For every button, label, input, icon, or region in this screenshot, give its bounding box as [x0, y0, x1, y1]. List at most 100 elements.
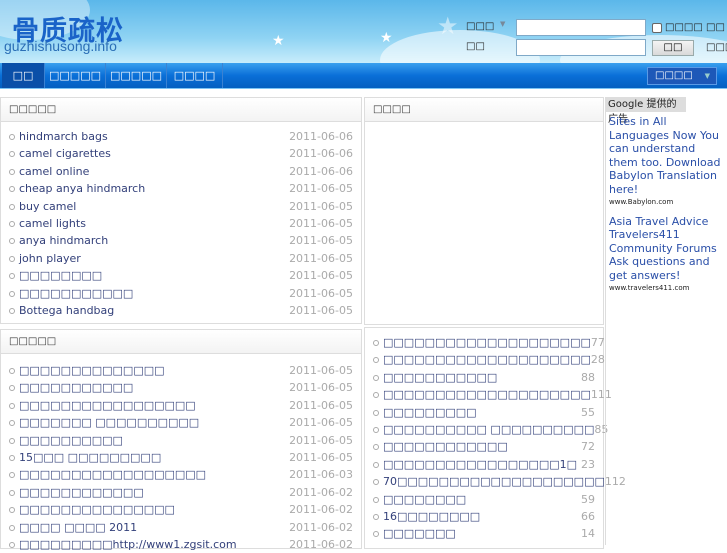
item-date: 2011-06-05 [289, 199, 353, 213]
article-list: □□□□□□□□□□□□□□ 2011-06-05 □□□□□□□□□□□ 2011-… [1, 354, 361, 553]
item-link[interactable]: 15□□□ □□□□□□□□□ [9, 449, 161, 466]
item-date: 2011-06-02 [289, 485, 353, 499]
item-link[interactable]: □□□□□□□□ [9, 267, 102, 284]
nav-item[interactable]: □□□□□ [45, 63, 106, 88]
ad-item[interactable]: Asia Travel Advice Travelers411 Communit… [606, 207, 727, 293]
item-date: 2011-06-05 [289, 286, 353, 300]
chevron-down-icon[interactable]: ▼ [500, 20, 505, 28]
list-item: buy camel 2011-06-05 [9, 198, 353, 215]
item-link[interactable]: camel lights [9, 215, 86, 232]
item-count: 28 [590, 353, 605, 367]
item-link[interactable]: □□□□□□□□□□□□□□□□□□□□ [373, 386, 591, 403]
item-link[interactable]: camel cigarettes [9, 145, 111, 162]
nav-item-home[interactable]: □□ [2, 63, 45, 88]
item-link[interactable]: □□□□□□□□□http://www1.zgsit.com [9, 536, 237, 553]
header-link[interactable]: □□□□ [706, 42, 727, 53]
header-link[interactable]: □□ [706, 22, 725, 33]
list-item: □□□□□□□ 14 [373, 525, 595, 542]
article-list: hindmarch bags 2011-06-06 camel cigarettes… [1, 122, 361, 319]
list-item: john player 2011-06-05 [9, 250, 353, 267]
list-item: anya hindmarch 2011-06-05 [9, 232, 353, 249]
item-link[interactable]: □□□□□□□□□□□□□□ [9, 362, 165, 379]
list-item: □□□□□□□□□□□□□□□□□1□ 23 [373, 456, 595, 473]
item-link[interactable]: □□□□□□□□□□□□□□□ [9, 501, 175, 518]
nav-item[interactable]: □□□□ [167, 63, 223, 88]
panel-title: □□□□□ [1, 330, 361, 354]
list-item: □□□□□□□□□□□□ 2011-06-02 [9, 484, 353, 501]
item-count: 66 [581, 509, 595, 523]
ad-url[interactable]: www.Babylon.com [609, 197, 724, 207]
item-date: 2011-06-05 [289, 364, 353, 377]
ad-text[interactable]: Asia Travel Advice Travelers411 Communit… [609, 215, 724, 283]
ad-item[interactable]: Sites in All Languages Now You can under… [606, 112, 727, 207]
item-link[interactable]: 70□□□□□□□□□□□□□□□□□□□□ [373, 473, 605, 490]
item-link[interactable]: 16□□□□□□□□ [373, 508, 480, 525]
list-item: □□□□□□□□ 59 [373, 491, 595, 508]
item-link[interactable]: □□□□□□□ □□□□□□□□□□ [9, 414, 199, 431]
item-link[interactable]: □□□□□□□□□□□ [9, 285, 133, 302]
item-date: 2011-06-05 [289, 303, 353, 317]
list-item: □□□□□□□□□□□□□□□□□ 2011-06-05 [9, 397, 353, 414]
item-link[interactable]: john player [9, 250, 81, 267]
latest-panel: □□□□□ hindmarch bags 2011-06-06 camel ciga… [0, 97, 362, 324]
item-link[interactable]: □□□□□□□□□□□□□□□□□ [9, 397, 196, 414]
item-link[interactable]: □□□□□□□ [373, 525, 456, 542]
item-link[interactable]: □□□□□□□□□□ [9, 432, 123, 449]
item-link[interactable]: Bottega handbag [9, 302, 114, 319]
item-link[interactable]: anya hindmarch [9, 232, 108, 249]
list-item: 16□□□□□□□□ 66 [373, 508, 595, 525]
list-item: □□□□□□□□□http://www1.zgsit.com 2011-06-02 [9, 536, 353, 553]
item-link[interactable]: □□□□□□□□□□□□□□□□□□□□ [373, 351, 591, 368]
item-date: 2011-06-05 [289, 182, 353, 196]
item-link[interactable]: □□□□□□□□□□□□□□□□□□□□ [373, 334, 591, 351]
item-link[interactable]: □□□□□□□□□□□□ [9, 484, 144, 501]
search-button[interactable]: □□ [652, 40, 694, 56]
item-link[interactable]: □□□□ □□□□ 2011 [9, 519, 137, 536]
item-count: 23 [581, 457, 595, 471]
star-decoration: ★ [272, 33, 285, 49]
ad-url[interactable]: www.travelers411.com [609, 283, 724, 293]
list-item: □□□□□□□□□□□□□□□□□□ 2011-06-03 [9, 466, 353, 483]
nav-item[interactable]: □□□□□ [106, 63, 167, 88]
panel-title: □□□□ [365, 98, 603, 122]
ads-label: Google 提供的广告 [606, 97, 686, 125]
item-link[interactable]: □□□□□□□□□□□□□□□□□□ [9, 466, 206, 483]
star-decoration: ★ [380, 30, 393, 46]
list-item: □□□□□□□□□□□□□□□ 2011-06-02 [9, 501, 353, 518]
item-date: 2011-06-05 [289, 251, 353, 265]
list-item: □□□□□□□□ 2011-06-05 [9, 267, 353, 284]
item-link[interactable]: □□□□□□□□□□□ [9, 379, 133, 396]
list-item: Bottega handbag 2011-06-05 [9, 302, 353, 319]
item-link[interactable]: □□□□□□□□□ [373, 404, 477, 421]
site-header: ★ ★ ★ 骨质疏松 guzhishusong.info □□□ ▼ □□ □□… [0, 0, 727, 63]
item-date: 2011-06-02 [289, 537, 353, 551]
search-input-top[interactable] [516, 19, 646, 36]
item-date: 2011-06-02 [289, 503, 353, 517]
item-link[interactable]: □□□□□□□□□□ □□□□□□□□□□ [373, 421, 594, 438]
item-link[interactable]: □□□□□□□□□□□□□□□□□1□ [373, 456, 577, 473]
item-date: 2011-06-05 [289, 234, 353, 248]
category-select[interactable]: □□□□ ▼ [647, 67, 717, 85]
item-link[interactable]: □□□□□□□□□□□ [373, 369, 497, 386]
list-item: camel online 2011-06-06 [9, 163, 353, 180]
item-link[interactable]: buy camel [9, 198, 76, 215]
keyword-input[interactable] [516, 39, 646, 56]
list-item: □□□□□□□□□ 55 [373, 404, 595, 421]
item-link[interactable]: □□□□□□□□□□□□ [373, 438, 508, 455]
search-type-label[interactable]: □□□ [466, 21, 494, 32]
option-checkbox[interactable] [652, 23, 662, 33]
site-domain: guzhishusong.info [4, 38, 117, 54]
item-link[interactable]: □□□□□□□□ [373, 491, 466, 508]
chevron-down-icon: ▼ [704, 72, 710, 80]
item-date: 2011-06-05 [289, 433, 353, 447]
item-link[interactable]: cheap anya hindmarch [9, 180, 145, 197]
item-link[interactable]: hindmarch bags [9, 128, 108, 145]
popular-panel: □□□□□□□□□□□□□□□□□□□□ 77 □□□□□□□□□□□□□□□□□□… [364, 327, 626, 549]
list-item: □□□□□□□ □□□□□□□□□□ 2011-06-05 [9, 414, 353, 431]
keyword-label: □□ [466, 41, 485, 52]
item-date: 2011-06-05 [289, 398, 353, 412]
item-link[interactable]: camel online [9, 163, 89, 180]
list-item: □□□□□□□□□□□□□□□□□□□□ 28 [373, 351, 605, 368]
category-select-value: □□□□ [655, 70, 693, 81]
ad-text[interactable]: Sites in All Languages Now You can under… [609, 115, 724, 197]
